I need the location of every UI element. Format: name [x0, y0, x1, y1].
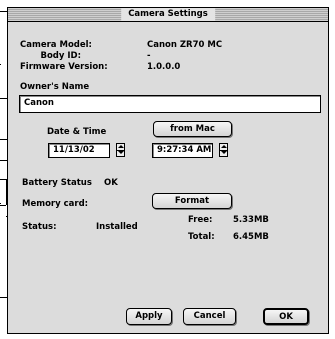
time-field[interactable]: 9:27:34 AM	[152, 143, 213, 158]
callout-line	[0, 205, 6, 206]
apply-button[interactable]: Apply	[126, 308, 172, 325]
title-bar[interactable]: Camera Settings	[8, 8, 328, 22]
camera-model-value: Canon ZR70 MC	[147, 40, 223, 50]
ok-button[interactable]: OK	[263, 308, 309, 325]
arrow-down-icon	[118, 151, 124, 154]
cancel-button[interactable]: Cancel	[183, 308, 236, 325]
arrow-up-icon	[221, 145, 227, 148]
date-field[interactable]: 11/13/02	[48, 143, 110, 158]
callout-line	[0, 203, 1, 204]
time-stepper[interactable]	[219, 143, 228, 157]
firmware-version-label: Firmware Version:	[20, 62, 108, 72]
date-value: 11/13/02	[53, 145, 95, 155]
total-space-value: 6.45MB	[233, 232, 269, 242]
format-button[interactable]: Format	[152, 193, 232, 209]
memory-status-label: Status:	[22, 222, 57, 232]
camera-settings-window: Camera Settings Camera Model: Canon ZR70…	[7, 7, 329, 334]
from-mac-button[interactable]: from Mac	[153, 121, 232, 137]
time-value: 9:27:34 AM	[157, 145, 212, 155]
total-space-label: Total:	[188, 232, 215, 242]
camera-model-label: Camera Model:	[20, 40, 92, 50]
date-decrement[interactable]	[117, 150, 124, 156]
time-decrement[interactable]	[220, 150, 227, 156]
owner-name-field[interactable]: Canon	[19, 95, 321, 113]
battery-status-value: OK	[104, 178, 118, 188]
body-id-label: Body ID:	[40, 51, 81, 61]
memory-card-label: Memory card:	[22, 199, 89, 209]
free-space-value: 5.33MB	[233, 215, 269, 225]
owner-name-value: Canon	[24, 98, 54, 108]
date-stepper[interactable]	[116, 143, 125, 157]
arrow-down-icon	[221, 151, 227, 154]
owner-name-label: Owner's Name	[20, 82, 90, 92]
battery-status-label: Battery Status	[22, 178, 92, 188]
free-space-label: Free:	[188, 215, 213, 225]
callout-line	[0, 64, 1, 65]
body-id-value: -	[147, 51, 151, 61]
arrow-up-icon	[118, 145, 124, 148]
firmware-version-value: 1.0.0.0	[147, 62, 181, 72]
memory-status-value: Installed	[96, 222, 138, 232]
window-title: Camera Settings	[121, 8, 215, 21]
date-time-label: Date & Time	[47, 127, 107, 137]
